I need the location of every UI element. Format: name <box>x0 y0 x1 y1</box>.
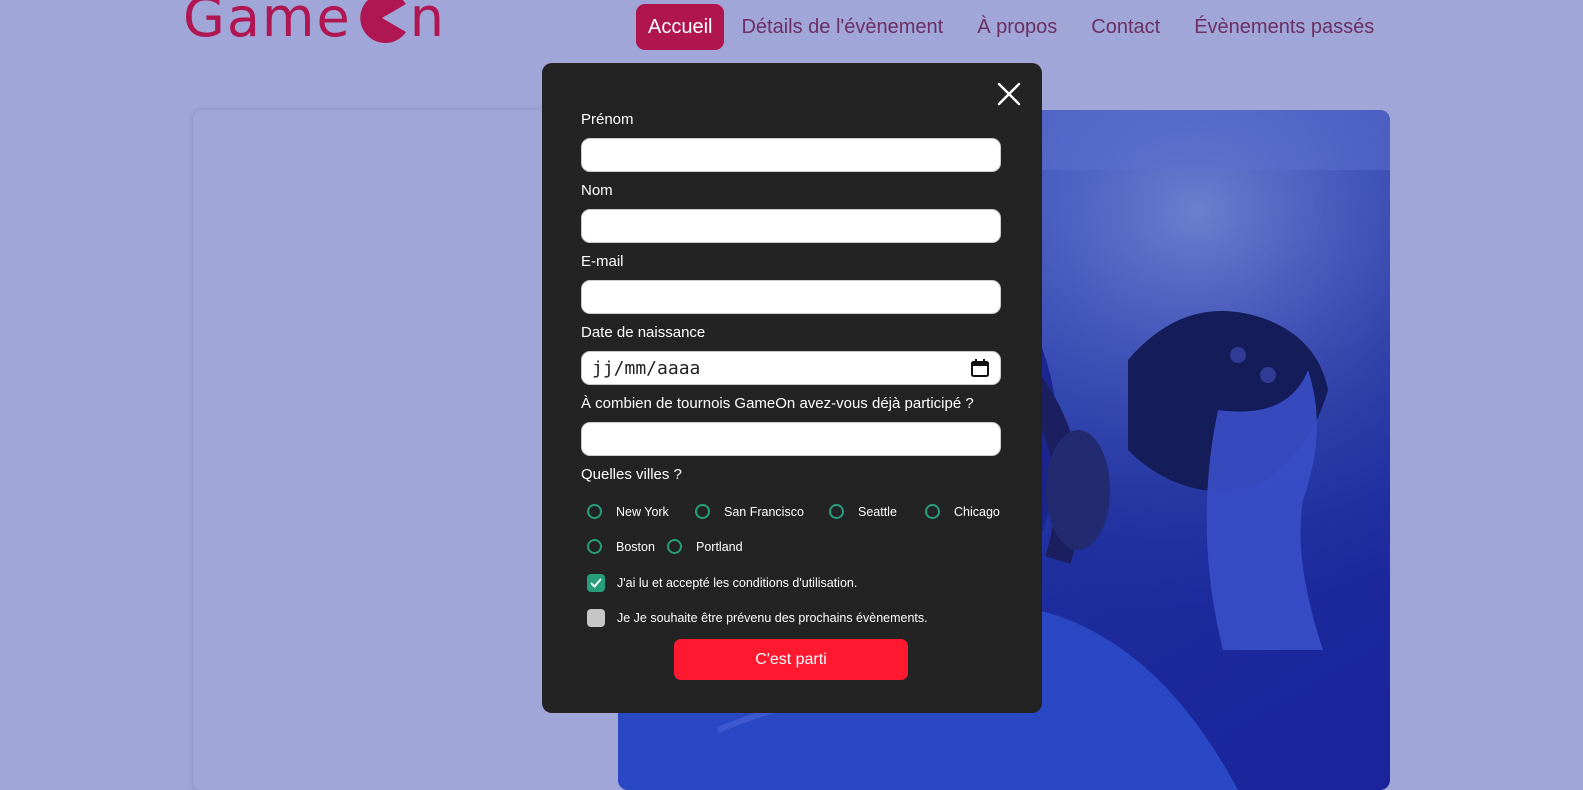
city-option-chicago[interactable]: Chicago <box>925 504 1000 519</box>
birthdate-label: Date de naissance <box>581 324 706 341</box>
logo-text-left: Game <box>183 0 352 49</box>
tournaments-label: À combien de tournois GameOn avez-vous d… <box>581 395 974 412</box>
check-icon <box>590 578 602 588</box>
newsletter-checkbox-label: Je Je souhaite être prévenu des prochain… <box>617 611 928 625</box>
logo: Game n <box>183 0 446 48</box>
terms-checkbox-label: J'ai lu et accepté les conditions d'util… <box>617 576 858 590</box>
city-option-san-francisco[interactable]: San Francisco <box>695 504 804 519</box>
nav-item-contact[interactable]: Contact <box>1074 4 1177 50</box>
cities-label: Quelles villes ? <box>581 466 682 483</box>
radio-icon[interactable] <box>667 539 682 554</box>
nav-item-details[interactable]: Détails de l'évènement <box>724 4 960 50</box>
radio-icon[interactable] <box>925 504 940 519</box>
city-option-portland[interactable]: Portland <box>667 539 743 554</box>
first-name-input[interactable] <box>581 138 1001 172</box>
first-name-label: Prénom <box>581 111 634 128</box>
radio-icon[interactable] <box>587 539 602 554</box>
main-nav: Accueil Détails de l'évènement À propos … <box>636 4 1391 50</box>
email-label: E-mail <box>581 253 624 270</box>
radio-icon[interactable] <box>829 504 844 519</box>
pacman-logo-icon <box>360 0 406 43</box>
registration-modal: Prénom Nom E-mail Date de naissance jj/m… <box>542 63 1042 713</box>
last-name-label: Nom <box>581 182 613 199</box>
city-option-seattle[interactable]: Seattle <box>829 504 897 519</box>
logo-text-right: n <box>409 0 446 49</box>
radio-icon[interactable] <box>587 504 602 519</box>
radio-icon[interactable] <box>695 504 710 519</box>
nav-item-accueil[interactable]: Accueil <box>636 4 725 50</box>
newsletter-checkbox[interactable] <box>587 609 605 627</box>
email-input[interactable] <box>581 280 1001 314</box>
calendar-icon[interactable] <box>970 358 990 378</box>
newsletter-checkbox-row[interactable]: Je Je souhaite être prévenu des prochain… <box>587 609 928 627</box>
birthdate-placeholder: jj/mm/aaaa <box>592 357 701 379</box>
tournaments-input[interactable] <box>581 422 1001 456</box>
city-option-boston[interactable]: Boston <box>587 539 655 554</box>
birthdate-input[interactable]: jj/mm/aaaa <box>581 351 1001 385</box>
terms-checkbox-row[interactable]: J'ai lu et accepté les conditions d'util… <box>587 574 857 592</box>
city-option-new-york[interactable]: New York <box>587 504 669 519</box>
close-icon[interactable] <box>996 81 1022 107</box>
nav-item-evenements-passes[interactable]: Évènements passés <box>1177 4 1391 50</box>
nav-item-a-propos[interactable]: À propos <box>960 4 1074 50</box>
last-name-input[interactable] <box>581 209 1001 243</box>
terms-checkbox[interactable] <box>587 574 605 592</box>
submit-button[interactable]: C'est parti <box>674 639 908 680</box>
